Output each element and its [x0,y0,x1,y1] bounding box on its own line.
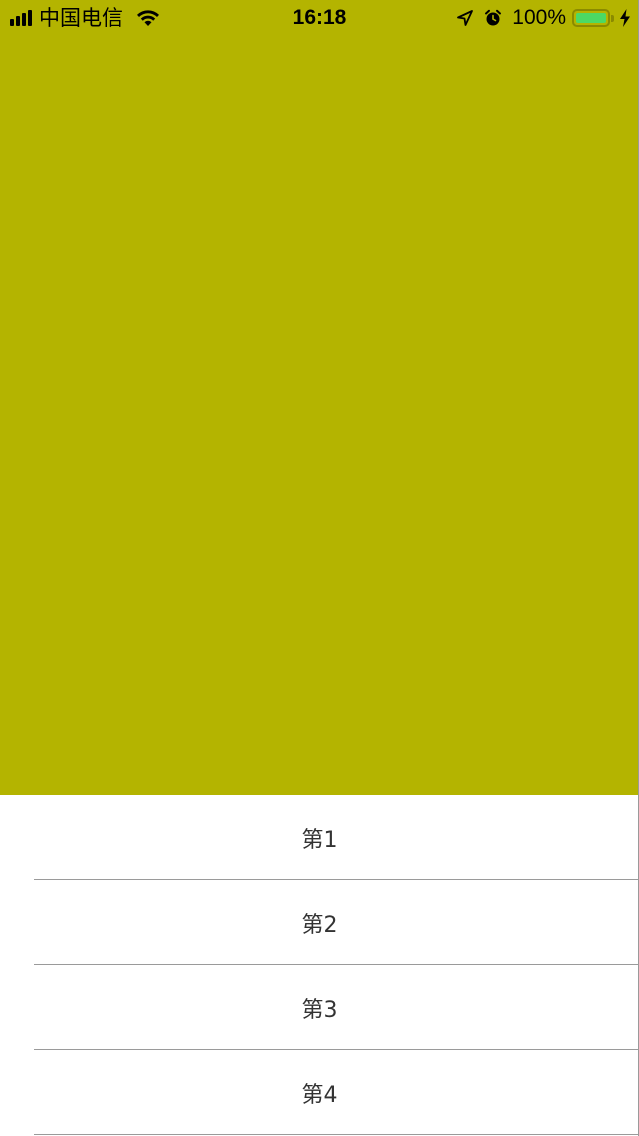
charging-bolt-icon [620,9,630,27]
battery-percent: 100% [512,6,566,29]
list-item[interactable]: 第4 [0,1050,639,1135]
top-color-panel: 中国电信 16:18 100% [0,0,639,795]
status-right: 100% [456,4,631,32]
list-item[interactable]: 第2 [0,880,639,965]
list-item-label: 第4 [301,1082,338,1108]
list-item[interactable]: 第3 [0,965,639,1050]
option-list: 第1 第2 第3 第4 [0,795,639,1136]
location-arrow-icon [457,10,474,26]
row-separator [34,1134,639,1135]
battery-fill [576,13,606,23]
list-item[interactable]: 第1 [0,795,639,880]
screen: 中国电信 16:18 100% 第1 第2 第3 第4 [0,0,639,1136]
status-bar: 中国电信 16:18 100% [0,0,639,36]
list-item-label: 第1 [301,827,338,853]
battery-tip [611,14,614,22]
alarm-icon [485,9,502,26]
list-item-label: 第3 [301,997,338,1023]
battery-icon [572,9,610,27]
list-item-label: 第2 [301,912,338,938]
